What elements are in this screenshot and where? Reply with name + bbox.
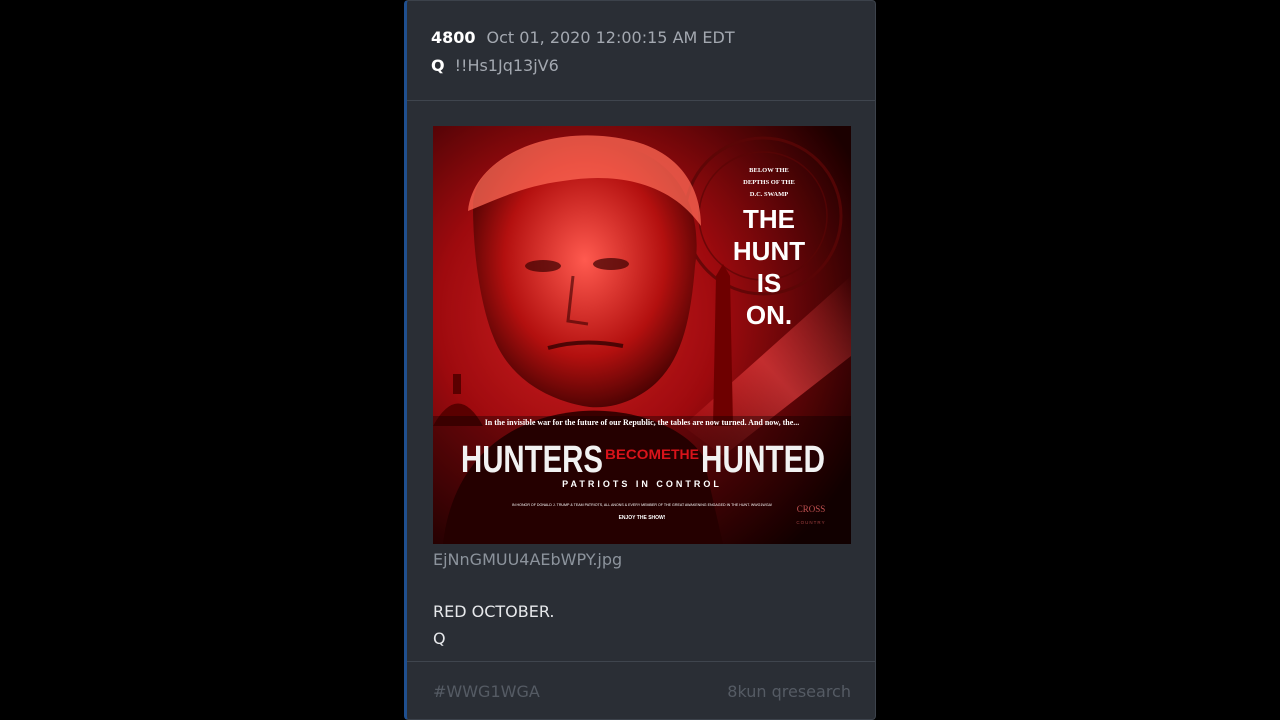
post-tripcode: !!Hs1Jq13jV6 <box>454 56 559 75</box>
poster-title-left: HUNTERS <box>461 439 603 481</box>
hunt-line-3: IS <box>757 268 782 298</box>
poster-enjoy-text: ENJOY THE SHOW! <box>619 515 666 521</box>
post-author: Q <box>431 56 445 75</box>
tagline-line-1: BELOW THE <box>749 167 789 174</box>
poster-logo-bottom: COUNTRY <box>796 520 825 525</box>
poster-logo-top: CROSS <box>797 504 826 514</box>
post-header: 4800 Oct 01, 2020 12:00:15 AM EDT Q !!Hs… <box>407 1 875 101</box>
poster-title-right: HUNTED <box>701 439 825 481</box>
source-label: 8kun qresearch <box>727 682 851 701</box>
tagline-line-2: DEPTHS OF THE <box>743 179 795 186</box>
hunt-line-2: HUNT <box>733 236 805 266</box>
poster-small-print: IN HONOR OF DONALD J. TRUMP & TEAM PATRI… <box>512 503 772 507</box>
post-body: BELOW THE DEPTHS OF THE D.C. SWAMP THE H… <box>407 101 875 652</box>
poster-title-middle-top: BECOME <box>605 446 671 462</box>
hunt-line-1: THE <box>743 204 795 234</box>
hunt-line-4: ON. <box>746 300 792 330</box>
post-number[interactable]: 4800 <box>431 28 476 47</box>
post-footer: #WWG1WGA 8kun qresearch <box>407 661 875 719</box>
post-message: RED OCTOBER. Q <box>433 598 875 652</box>
poster-subtitle: PATRIOTS IN CONTROL <box>562 479 722 489</box>
message-line-1: RED OCTOBER. <box>433 602 555 621</box>
poster-title-middle-bottom: THE <box>671 446 699 462</box>
hashtag-link[interactable]: #WWG1WGA <box>433 682 540 701</box>
post-card: 4800 Oct 01, 2020 12:00:15 AM EDT Q !!Hs… <box>404 0 876 720</box>
message-line-2: Q <box>433 629 446 648</box>
tagline-line-3: D.C. SWAMP <box>750 191 788 198</box>
poster-artwork: BELOW THE DEPTHS OF THE D.C. SWAMP THE H… <box>433 126 851 544</box>
post-date: Oct 01, 2020 12:00:15 AM EDT <box>486 28 735 47</box>
poster-intro-text: In the invisible war for the future of o… <box>485 418 800 427</box>
image-filename[interactable]: EjNnGMUU4AEbWPY.jpg <box>433 550 875 572</box>
post-image[interactable]: BELOW THE DEPTHS OF THE D.C. SWAMP THE H… <box>433 126 851 544</box>
